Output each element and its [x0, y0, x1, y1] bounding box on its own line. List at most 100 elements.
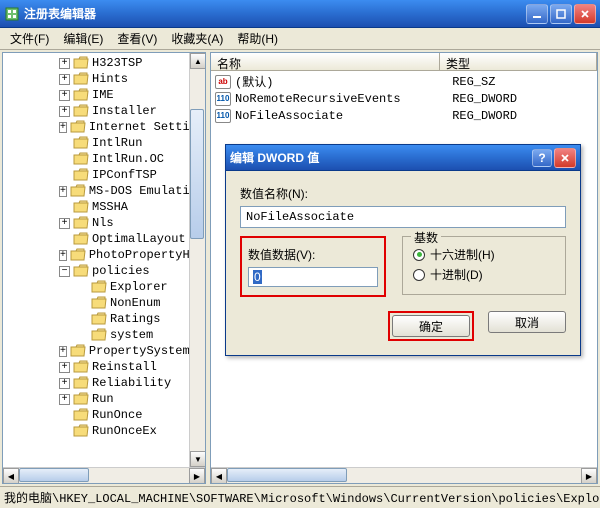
tree-item[interactable]: system: [3, 327, 189, 343]
dword-value-icon: 110: [215, 109, 231, 123]
tree-item-label: Hints: [92, 72, 128, 86]
tree-item[interactable]: +H323TSP: [3, 55, 189, 71]
value-data-input[interactable]: 0: [248, 267, 378, 287]
scroll-up-button[interactable]: ▲: [190, 53, 205, 69]
tree-item-label: IME: [92, 88, 114, 102]
tree-item-label: system: [110, 328, 153, 342]
tree-item[interactable]: IPConfTSP: [3, 167, 189, 183]
base-fieldset: 基数 十六进制(H) 十进制(D): [402, 236, 566, 295]
expander-icon[interactable]: −: [59, 266, 70, 277]
tree-item[interactable]: OptimalLayout: [3, 231, 189, 247]
radio-dot-icon: [413, 269, 425, 281]
expander-icon[interactable]: +: [59, 186, 67, 197]
tree-vscroll-thumb[interactable]: [190, 109, 204, 239]
tree-item[interactable]: NonEnum: [3, 295, 189, 311]
radio-dot-icon: [413, 249, 425, 261]
folder-icon: [91, 328, 107, 342]
tree-item-label: MS-DOS Emulati: [89, 184, 189, 198]
list-row[interactable]: 110NoRemoteRecursiveEventsREG_DWORD: [211, 90, 597, 107]
tree-body[interactable]: +H323TSP+Hints+IME+Installer+Internet Se…: [3, 53, 189, 467]
tree-item-label: Reliability: [92, 376, 171, 390]
scroll-left-button[interactable]: ◀: [3, 468, 19, 484]
tree-hscroll[interactable]: ◀ ▶: [3, 467, 205, 483]
tree-item[interactable]: + MS-DOS Emulati: [3, 183, 189, 199]
tree-item[interactable]: + IME: [3, 87, 189, 103]
expander-icon[interactable]: +: [59, 346, 67, 357]
folder-icon: [73, 424, 89, 438]
expander-icon[interactable]: +: [59, 58, 70, 69]
menu-fav[interactable]: 收藏夹(A): [167, 28, 227, 49]
folder-icon: [73, 408, 89, 422]
col-header-type[interactable]: 类型: [440, 53, 597, 70]
expander-icon[interactable]: +: [59, 218, 70, 229]
minimize-button[interactable]: [526, 4, 548, 24]
tree-item[interactable]: +PhotoPropertyH: [3, 247, 189, 263]
tree-item[interactable]: +Reinstall: [3, 359, 189, 375]
radio-dec[interactable]: 十进制(D): [413, 266, 555, 283]
tree-item[interactable]: IntlRun.OC: [3, 151, 189, 167]
scroll-down-button[interactable]: ▼: [190, 451, 205, 467]
tree-item[interactable]: + Reliability: [3, 375, 189, 391]
menu-view[interactable]: 查看(V): [113, 28, 161, 49]
tree-item[interactable]: −policies: [3, 263, 189, 279]
radio-hex[interactable]: 十六进制(H): [413, 246, 555, 263]
expander-icon[interactable]: +: [59, 74, 70, 85]
menubar: 文件(F) 编辑(E) 查看(V) 收藏夹(A) 帮助(H): [0, 28, 600, 50]
list-hscroll-thumb[interactable]: [227, 468, 347, 482]
expander-icon[interactable]: +: [59, 394, 70, 405]
tree-item[interactable]: +Run: [3, 391, 189, 407]
tree-item[interactable]: MSSHA: [3, 199, 189, 215]
expander-icon[interactable]: +: [59, 378, 70, 389]
expander-icon[interactable]: +: [59, 90, 70, 101]
tree-hscroll-thumb[interactable]: [19, 468, 89, 482]
tree-item-label: PropertySystem: [89, 344, 189, 358]
menu-file[interactable]: 文件(F): [6, 28, 53, 49]
col-header-name[interactable]: 名称: [211, 53, 440, 70]
list-hscroll[interactable]: ◀ ▶: [211, 467, 597, 483]
tree-item[interactable]: +Internet Setti: [3, 119, 189, 135]
scroll-right-button[interactable]: ▶: [189, 468, 205, 484]
maximize-button[interactable]: [550, 4, 572, 24]
tree-item[interactable]: +Nls: [3, 215, 189, 231]
ok-button[interactable]: 确定: [392, 315, 470, 337]
expander-icon[interactable]: +: [59, 122, 67, 133]
expander-icon[interactable]: +: [59, 362, 70, 373]
menu-help[interactable]: 帮助(H): [233, 28, 282, 49]
folder-icon: [91, 312, 107, 326]
tree-item-label: IntlRun: [92, 136, 142, 150]
base-legend: 基数: [411, 229, 441, 246]
folder-icon: [73, 376, 89, 390]
tree-item[interactable]: RunOnceEx: [3, 423, 189, 439]
tree-item[interactable]: RunOnce: [3, 407, 189, 423]
scroll-left-button[interactable]: ◀: [211, 468, 227, 484]
value-name: NoFileAssociate: [235, 109, 452, 123]
close-button[interactable]: [574, 4, 596, 24]
expander-icon[interactable]: +: [59, 106, 70, 117]
dialog-help-button[interactable]: ?: [532, 149, 552, 167]
list-row[interactable]: 110 NoFileAssociateREG_DWORD: [211, 107, 597, 124]
statusbar: 我的电脑\HKEY_LOCAL_MACHINE\SOFTWARE\Microso…: [0, 486, 600, 506]
tree-item[interactable]: IntlRun: [3, 135, 189, 151]
tree-item[interactable]: Ratings: [3, 311, 189, 327]
expander-icon[interactable]: +: [59, 250, 67, 261]
menu-edit[interactable]: 编辑(E): [59, 28, 107, 49]
folder-icon: [73, 72, 89, 86]
tree-item[interactable]: + PropertySystem: [3, 343, 189, 359]
tree-item-label: MSSHA: [92, 200, 128, 214]
tree-item[interactable]: +Installer: [3, 103, 189, 119]
dword-value-icon: 110: [215, 92, 231, 106]
value-name: (默认): [235, 73, 452, 90]
dialog-titlebar[interactable]: 编辑 DWORD 值 ?: [226, 145, 580, 171]
list-row[interactable]: ab(默认)REG_SZ: [211, 73, 597, 90]
value-name-field[interactable]: NoFileAssociate: [240, 206, 566, 228]
app-icon: [4, 6, 20, 22]
cancel-button[interactable]: 取消: [488, 311, 566, 333]
dialog-close-button[interactable]: [554, 148, 576, 168]
tree-vscroll[interactable]: ▲ ▼: [189, 53, 205, 467]
tree-item[interactable]: Explorer: [3, 279, 189, 295]
folder-icon: [73, 232, 89, 246]
value-type: REG_DWORD: [452, 109, 597, 123]
scroll-right-button[interactable]: ▶: [581, 468, 597, 484]
tree-item-label: IntlRun.OC: [92, 152, 164, 166]
tree-item[interactable]: + Hints: [3, 71, 189, 87]
